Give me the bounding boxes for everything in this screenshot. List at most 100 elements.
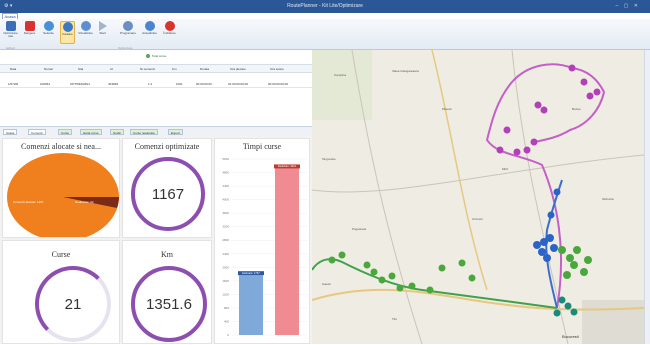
y-tick-label: 4000: [222, 198, 229, 202]
ribbon: Optimizare rute Ștergere Selectie Cautar…: [0, 19, 650, 50]
view-tabs: Acasa Comenzi Curse Harta curse Grafic C…: [0, 126, 312, 136]
bar-data-label: Realizare: 4921: [278, 164, 297, 168]
optimized-gauge: 1167: [131, 157, 205, 231]
table-cell: 1001: [176, 82, 183, 86]
bar-estimare[interactable]: [239, 275, 263, 335]
route-map[interactable]: Campina Valea Calugareasca Ploiesti Buza…: [312, 50, 650, 344]
tab-chart[interactable]: Grafic: [110, 129, 125, 135]
schedule-button[interactable]: Programare: [120, 21, 136, 44]
table-row[interactable]: 1/07/08 100064 OPTIMIZARE1 403848 1.2 10…: [0, 80, 312, 88]
pie-slice-allocated: [7, 153, 119, 237]
trucks-card: Curse 21: [2, 240, 120, 344]
routes-grid: [0, 50, 312, 126]
city-label: Campina: [334, 73, 346, 77]
y-tick-label: 5200: [222, 157, 229, 161]
city-label: Slobozia: [602, 197, 614, 201]
y-tick-label: 3600: [222, 211, 229, 215]
y-tick-label: 0: [227, 333, 229, 337]
city-label: Urziceni: [472, 217, 483, 221]
y-tick-label: 800: [224, 306, 229, 310]
km-title: Km: [161, 250, 173, 259]
trucks-value: 21: [64, 295, 82, 313]
bar-realizare[interactable]: [275, 168, 299, 335]
table-cell: 01:00:00:00:00: [228, 82, 249, 86]
column-header[interactable]: Id: [110, 67, 113, 71]
close-button[interactable]: Închidere: [162, 21, 177, 44]
tab-trip-map[interactable]: Harta curse: [80, 129, 102, 135]
select-icon: [43, 21, 54, 31]
pie-label-unallocated: Nealocate: 32: [75, 200, 94, 204]
y-tick-label: 1600: [222, 279, 229, 283]
tab-unallocated[interactable]: Curse nealocate: [130, 129, 158, 135]
column-header[interactable]: Numar: [44, 67, 53, 71]
y-tick-label: 400: [224, 319, 229, 323]
city-label: Titu: [392, 317, 397, 321]
tab-export[interactable]: Export: [168, 129, 183, 135]
view-button[interactable]: Vizualizare: [78, 21, 93, 44]
optimized-value: 1167: [151, 185, 185, 203]
pie-card: Comenzi alocate si nea... Comenzi alocat…: [2, 138, 120, 238]
schedule-icon: [122, 21, 133, 31]
pie-label-allocated: Comenzi alocate: 1167: [13, 200, 44, 204]
column-header[interactable]: Km: [172, 67, 177, 71]
map-scrollbar[interactable]: [644, 50, 650, 344]
search-icon: [62, 22, 73, 32]
play-icon: [98, 21, 107, 31]
km-card: Km 1351.6: [122, 240, 212, 344]
map-canvas[interactable]: Campina Valea Calugareasca Ploiesti Buza…: [312, 50, 644, 344]
column-header[interactable]: Ora plecare: [230, 67, 246, 71]
column-header[interactable]: Data: [10, 67, 16, 71]
search-button[interactable]: Cautare: [60, 21, 75, 44]
optimized-orders-card: Comenzi optimizate 1167: [122, 138, 212, 238]
grid-header: Data Numar Stat Id Nr.comenzi Km Durata …: [0, 64, 312, 73]
select-button[interactable]: Selectie: [41, 21, 56, 44]
optimize-routes-button[interactable]: Optimizare rute: [3, 21, 18, 44]
table-cell: 403848: [108, 82, 119, 86]
dashboard: Comenzi alocate si nea... Comenzi alocat…: [0, 136, 312, 344]
table-cell: 100064: [40, 82, 51, 86]
pie-title: Comenzi alocate si nea...: [21, 142, 101, 151]
table-cell: 00:00:00:00: [196, 82, 212, 86]
y-tick-label: 3200: [222, 225, 229, 229]
km-gauge: 1351.6: [131, 266, 207, 342]
city-label: Ploiesti: [442, 107, 452, 111]
optimized-title: Comenzi optimizate: [134, 142, 200, 151]
y-tick-label: 4800: [222, 171, 229, 175]
city-label: Gaesti: [322, 282, 331, 286]
trip-times-title: Timpi curse: [242, 142, 282, 151]
column-header[interactable]: Ora sosire: [270, 67, 284, 71]
y-tick-label: 2000: [222, 265, 229, 269]
tab-home[interactable]: Acasa: [3, 129, 18, 135]
bar-data-label: Estimare: 1767: [242, 271, 260, 275]
column-header[interactable]: Stat: [78, 67, 83, 71]
window-controls[interactable]: – ▢ ✕: [616, 3, 640, 9]
trucks-title: Curse: [51, 250, 71, 259]
start-button[interactable]: Start: [95, 21, 110, 44]
view-icon: [80, 21, 91, 31]
status-icon: [145, 54, 150, 59]
delete-button[interactable]: Ștergere: [22, 21, 37, 44]
column-header[interactable]: Nr.comenzi: [140, 67, 155, 71]
tab-trips[interactable]: Curse: [58, 129, 73, 135]
y-tick-label: 2400: [222, 252, 229, 256]
delete-icon: [24, 21, 35, 31]
table-cell: 00:00:00:00:00: [268, 82, 289, 86]
grid-caption: Total curse: [0, 54, 312, 59]
y-tick-label: 1200: [222, 292, 229, 296]
city-label: Targoviste: [322, 157, 336, 161]
pie-chart: Comenzi alocate: 1167 Nealocate: 32: [7, 153, 119, 237]
route-icon: [5, 21, 16, 31]
window-title: RoutePlanner - Kit Lite/Optimizare: [287, 3, 363, 9]
y-tick-label: 2800: [222, 238, 229, 242]
window-titlebar: ⚙ ▾ RoutePlanner - Kit Lite/Optimizare –…: [0, 0, 650, 13]
refresh-button[interactable]: Actualizare: [142, 21, 157, 44]
tab-orders[interactable]: Comenzi: [28, 129, 46, 135]
city-label: Pogoanele: [352, 227, 367, 231]
trip-times-card: Timpi curse 0 400 800 1200 1600 2000 2400 2800 3…: [214, 138, 310, 344]
km-value: 1351.6: [146, 295, 192, 313]
y-tick-label: 4400: [222, 184, 229, 188]
refresh-icon: [144, 21, 155, 31]
table-cell: 1.2: [148, 82, 153, 86]
city-label: Buzau: [572, 107, 581, 111]
column-header[interactable]: Durata: [200, 67, 209, 71]
